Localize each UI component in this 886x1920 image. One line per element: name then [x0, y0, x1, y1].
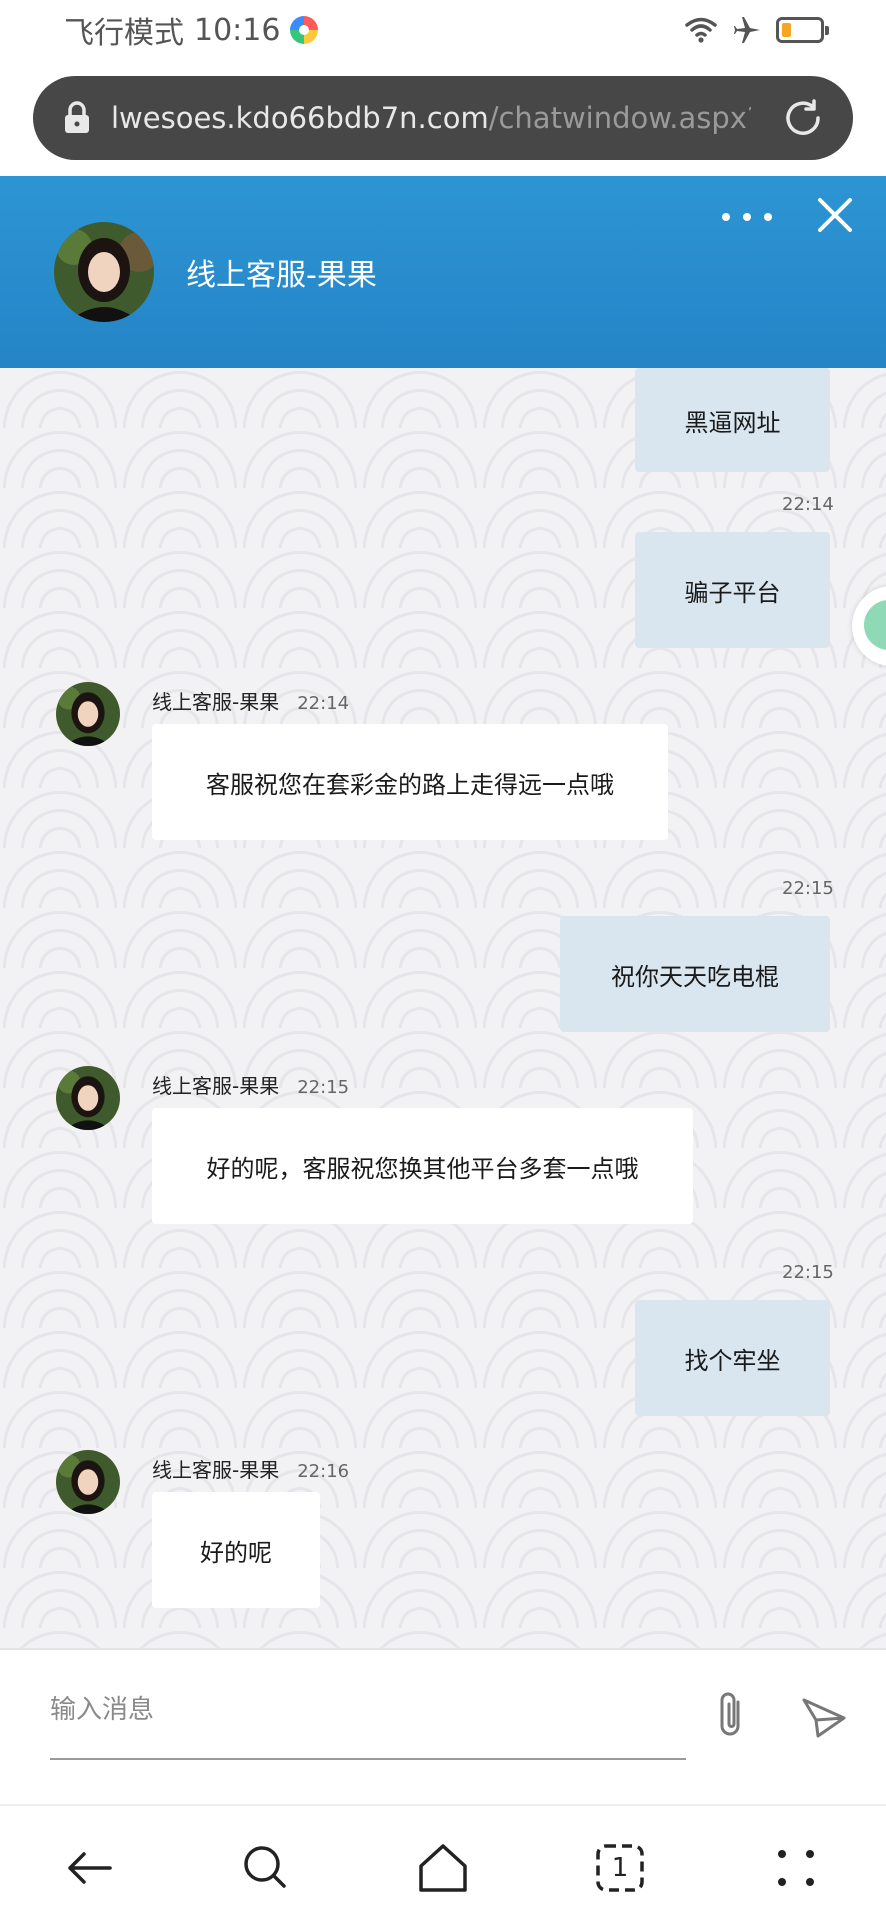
close-icon[interactable] — [816, 196, 854, 234]
agent-message-meta: 线上客服-果果 22:14 — [152, 686, 349, 715]
message-time: 22:15 — [297, 1077, 350, 1098]
agent-name: 线上客服-果果 — [152, 690, 280, 714]
menu-icon[interactable] — [768, 1840, 824, 1896]
agent-message-bubble: 好的呢 — [152, 1492, 320, 1608]
agent-avatar-small — [56, 682, 120, 746]
message-text: 祝你天天吃电棍 — [611, 962, 779, 991]
message-time: 22:15 — [782, 878, 834, 899]
clock: 10:16 — [194, 12, 281, 48]
url-host: lwesoes.kdo66bdb7n.com — [111, 101, 489, 135]
more-dot — [764, 213, 772, 221]
chat-messages[interactable]: 黑逼网址 22:14 骗子平台 线上客服-果果 22:14 客服祝您在套彩金的路… — [0, 368, 886, 1648]
status-right — [684, 12, 829, 48]
message-text: 好的呢 — [200, 1538, 272, 1567]
browser-toolbar: lwesoes.kdo66bdb7n.com/chatwindow.aspx?s… — [0, 60, 886, 176]
lock-icon — [65, 101, 89, 133]
agent-message-meta: 线上客服-果果 22:16 — [152, 1454, 349, 1483]
agent-name-title: 线上客服-果果 — [186, 258, 377, 293]
my-message-bubble: 找个牢坐 — [635, 1300, 830, 1416]
more-dot — [722, 213, 730, 221]
agent-message-bubble: 客服祝您在套彩金的路上走得远一点哦 — [152, 724, 668, 840]
home-icon[interactable] — [415, 1840, 471, 1896]
message-text: 黑逼网址 — [684, 408, 781, 437]
url-path: /chatwindow.aspx?siteId — [488, 101, 751, 135]
agent-avatar — [54, 222, 154, 322]
airplane-icon — [734, 17, 760, 43]
wifi-icon — [685, 17, 717, 43]
agent-avatar-small — [56, 1450, 120, 1514]
message-text: 客服祝您在套彩金的路上走得远一点哦 — [206, 770, 614, 799]
message-time: 22:15 — [782, 1262, 834, 1283]
battery-icon — [776, 17, 829, 43]
paperclip-icon[interactable] — [710, 1690, 754, 1742]
status-left: 飞行模式 10:16 — [64, 10, 319, 51]
chat-header: 线上客服-果果 — [0, 176, 886, 368]
battery-level — [782, 23, 791, 37]
reload-icon[interactable] — [781, 96, 825, 140]
back-icon[interactable] — [62, 1840, 118, 1896]
agent-message-meta: 线上客服-果果 22:15 — [152, 1070, 349, 1099]
airplane-mode-label: 飞行模式 — [64, 16, 184, 51]
message-text: 骗子平台 — [684, 578, 781, 607]
message-text: 找个牢坐 — [684, 1346, 781, 1375]
more-dot — [743, 213, 751, 221]
message-time: 22:16 — [297, 1461, 350, 1482]
agent-name: 线上客服-果果 — [152, 1074, 280, 1098]
message-input[interactable] — [50, 1676, 686, 1760]
message-time: 22:14 — [297, 693, 350, 714]
search-icon[interactable] — [238, 1840, 294, 1896]
agent-message-bubble: 好的呢，客服祝您换其他平台多套一点哦 — [152, 1108, 693, 1224]
message-composer — [0, 1648, 886, 1804]
message-time: 22:14 — [782, 494, 834, 515]
status-bar: 飞行模式 10:16 — [0, 0, 886, 60]
tabs-icon[interactable]: 1 — [592, 1840, 648, 1896]
agent-name: 线上客服-果果 — [152, 1458, 280, 1482]
my-message-bubble: 黑逼网址 — [635, 368, 830, 472]
floating-widget-icon[interactable] — [852, 586, 886, 666]
url-text[interactable]: lwesoes.kdo66bdb7n.com/chatwindow.aspx?s… — [111, 101, 751, 135]
message-text: 好的呢，客服祝您换其他平台多套一点哦 — [206, 1154, 639, 1183]
browser-bottom-nav: 1 — [0, 1804, 886, 1920]
agent-avatar-small — [56, 1066, 120, 1130]
send-icon[interactable] — [800, 1694, 848, 1742]
more-icon[interactable] — [722, 202, 772, 232]
tab-count: 1 — [611, 1853, 629, 1883]
my-message-bubble: 祝你天天吃电棍 — [560, 916, 830, 1032]
url-bar[interactable]: lwesoes.kdo66bdb7n.com/chatwindow.aspx?s… — [33, 76, 853, 160]
my-message-bubble: 骗子平台 — [635, 532, 830, 648]
app-notification-icon — [290, 16, 319, 44]
